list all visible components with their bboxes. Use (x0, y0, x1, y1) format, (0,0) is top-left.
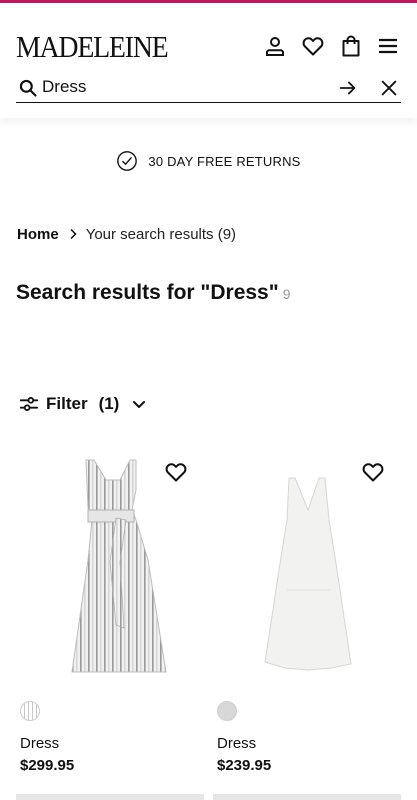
close-icon[interactable] (378, 77, 400, 99)
sliders-icon (19, 397, 39, 411)
card-action-bar[interactable] (16, 794, 204, 800)
results-count: 9 (282, 286, 291, 302)
product-card[interactable]: Dress $239.95 (213, 440, 403, 800)
search-input[interactable] (42, 75, 332, 99)
product-price: $299.95 (20, 757, 75, 774)
color-swatch[interactable] (217, 701, 237, 721)
free-returns-text: 30 DAY FREE RETURNS (148, 153, 301, 169)
free-returns-banner: 30 DAY FREE RETURNS (0, 148, 417, 174)
search-bar (16, 73, 401, 103)
color-swatch[interactable] (20, 701, 40, 721)
product-image-white-dress[interactable] (213, 450, 403, 690)
page-title: Search results for "Dress" 9 (16, 281, 291, 305)
menu-icon[interactable] (375, 33, 401, 59)
filter-button[interactable]: Filter (1) (18, 392, 147, 416)
chevron-down-icon (133, 401, 146, 408)
breadcrumb-current: Your search results (9) (85, 225, 237, 243)
breadcrumb-home-link[interactable]: Home (17, 226, 59, 243)
wishlist-heart-icon[interactable] (300, 33, 326, 59)
page-title-text: Search results for "Dress" (16, 281, 279, 304)
account-icon[interactable] (262, 33, 288, 59)
product-name[interactable]: Dress (217, 735, 256, 752)
chevron-right-icon (68, 228, 78, 240)
arrow-right-icon[interactable] (337, 77, 359, 99)
product-name[interactable]: Dress (20, 735, 59, 752)
add-to-wishlist-heart-icon[interactable] (360, 460, 386, 484)
search-icon (19, 79, 37, 97)
filter-label: Filter (46, 394, 88, 413)
shopping-bag-icon[interactable] (338, 33, 364, 59)
product-price: $239.95 (217, 757, 272, 774)
site-header: MADELEINE (0, 3, 417, 118)
breadcrumb: Home Your search results (9) (17, 224, 236, 244)
product-image-striped-dress[interactable] (16, 450, 206, 690)
filter-count: (1) (98, 394, 120, 413)
card-action-bar[interactable] (213, 794, 401, 800)
add-to-wishlist-heart-icon[interactable] (163, 460, 189, 484)
brand-logo[interactable]: MADELEINE (16, 29, 169, 65)
check-circle-icon (117, 151, 138, 171)
product-card[interactable]: Dress $299.95 (16, 440, 206, 800)
